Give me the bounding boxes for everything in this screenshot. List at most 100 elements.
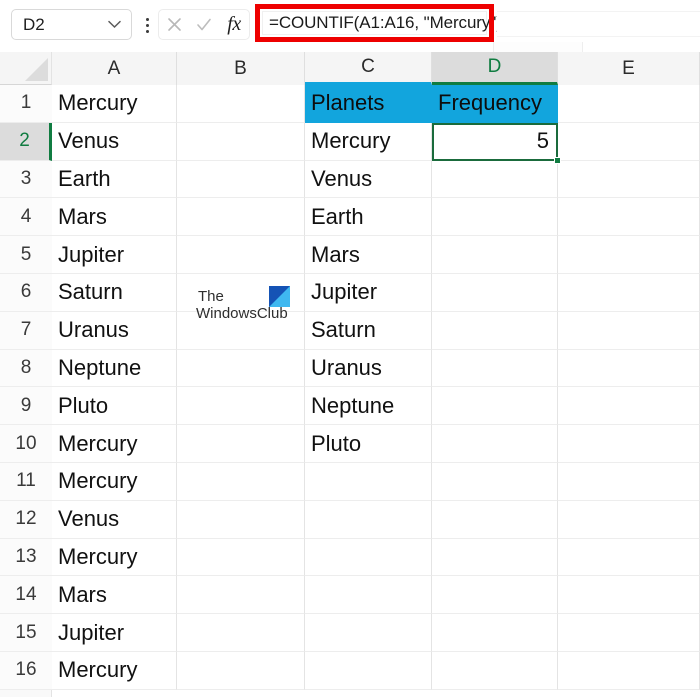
row-header-8[interactable]: 8 [0,349,52,388]
cell-C11[interactable] [305,463,432,501]
cell-A9[interactable]: Pluto [52,387,177,426]
column-header-D[interactable]: D [432,52,558,85]
cell-C6[interactable]: Jupiter [305,274,432,312]
cell-D7[interactable] [432,311,558,350]
cell-D16[interactable] [432,652,558,690]
cell-A6[interactable]: Saturn [52,274,177,312]
cell-A10[interactable]: Mercury [52,425,177,463]
cell-B12[interactable] [177,500,305,539]
cell-B15[interactable] [177,614,305,652]
cell-B11[interactable] [177,463,305,501]
row-header-16[interactable]: 16 [0,652,52,690]
cell-C1[interactable]: Planets [305,85,432,123]
cell-C5[interactable]: Mars [305,236,432,274]
cell-E12[interactable] [558,500,700,539]
cell-B13[interactable] [177,538,305,577]
cell-C16[interactable] [305,652,432,690]
column-header-A[interactable]: A [52,52,177,85]
cell-B14[interactable] [177,576,305,615]
cell-D11[interactable] [432,463,558,501]
cell-A14[interactable]: Mars [52,576,177,615]
cell-E15[interactable] [558,614,700,652]
cell-E11[interactable] [558,463,700,501]
cell-E10[interactable] [558,425,700,463]
cell-E7[interactable] [558,311,700,350]
cell-E16[interactable] [558,652,700,690]
cell-A3[interactable]: Earth [52,160,177,199]
cell-A2[interactable]: Venus [52,122,177,161]
row-header-2[interactable]: 2 [0,122,52,161]
cell-C12[interactable] [305,500,432,539]
cell-E9[interactable] [558,387,700,426]
cell-D5[interactable] [432,236,558,274]
cell-E1[interactable] [558,85,700,123]
row-header-4[interactable]: 4 [0,198,52,237]
cell-A4[interactable]: Mars [52,198,177,237]
cell-B10[interactable] [177,425,305,463]
cell-A13[interactable]: Mercury [52,538,177,577]
cell-D8[interactable] [432,349,558,388]
cell-D3[interactable] [432,160,558,199]
cell-A12[interactable]: Venus [52,500,177,539]
cell-A1[interactable]: Mercury [52,85,177,123]
cell-B16[interactable] [177,652,305,690]
cell-A16[interactable]: Mercury [52,652,177,690]
cell-D1[interactable]: Frequency [432,85,558,123]
row-header-6[interactable]: 6 [0,274,52,312]
cell-E5[interactable] [558,236,700,274]
cell-D13[interactable] [432,538,558,577]
row-header-9[interactable]: 9 [0,387,52,426]
cell-E3[interactable] [558,160,700,199]
cell-B6[interactable] [177,274,305,312]
cell-C7[interactable]: Saturn [305,311,432,350]
cell-B4[interactable] [177,198,305,237]
row-header-11[interactable]: 11 [0,463,52,501]
cell-C10[interactable]: Pluto [305,425,432,463]
cell-D14[interactable] [432,576,558,615]
cell-E6[interactable] [558,274,700,312]
cell-A5[interactable]: Jupiter [52,236,177,274]
cell-E4[interactable] [558,198,700,237]
cell-C9[interactable]: Neptune [305,387,432,426]
cell-C4[interactable]: Earth [305,198,432,237]
cell-D10[interactable] [432,425,558,463]
row-header-13[interactable]: 13 [0,538,52,577]
more-options-icon[interactable] [140,14,154,36]
cell-C2[interactable]: Mercury [305,122,432,161]
cell-D2[interactable]: 5 [432,122,558,161]
cell-A7[interactable]: Uranus [52,311,177,350]
fill-handle[interactable] [554,156,561,164]
cell-C3[interactable]: Venus [305,160,432,199]
cell-D9[interactable] [432,387,558,426]
cell-D12[interactable] [432,500,558,539]
cell-E8[interactable] [558,349,700,388]
enter-icon[interactable] [191,12,217,38]
insert-function-icon[interactable]: fx [221,12,247,38]
row-header-10[interactable]: 10 [0,425,52,463]
cell-C13[interactable] [305,538,432,577]
cell-C14[interactable] [305,576,432,615]
cancel-icon[interactable] [161,12,187,38]
column-header-B[interactable]: B [177,52,305,85]
row-header-5[interactable]: 5 [0,236,52,274]
cell-B1[interactable] [177,85,305,123]
cell-B5[interactable] [177,236,305,274]
row-header-15[interactable]: 15 [0,614,52,652]
column-header-C[interactable]: C [305,52,432,85]
cell-B3[interactable] [177,160,305,199]
cell-B2[interactable] [177,122,305,161]
cell-A8[interactable]: Neptune [52,349,177,388]
cell-E2[interactable] [558,122,700,161]
row-header-7[interactable]: 7 [0,311,52,350]
row-header-12[interactable]: 12 [0,500,52,539]
cell-A15[interactable]: Jupiter [52,614,177,652]
cell-D15[interactable] [432,614,558,652]
cell-D6[interactable] [432,274,558,312]
cell-B9[interactable] [177,387,305,426]
chevron-down-icon[interactable] [103,10,131,39]
name-box[interactable]: D2 [11,9,132,40]
cell-D4[interactable] [432,198,558,237]
cell-C8[interactable]: Uranus [305,349,432,388]
cell-E13[interactable] [558,538,700,577]
cell-A11[interactable]: Mercury [52,463,177,501]
